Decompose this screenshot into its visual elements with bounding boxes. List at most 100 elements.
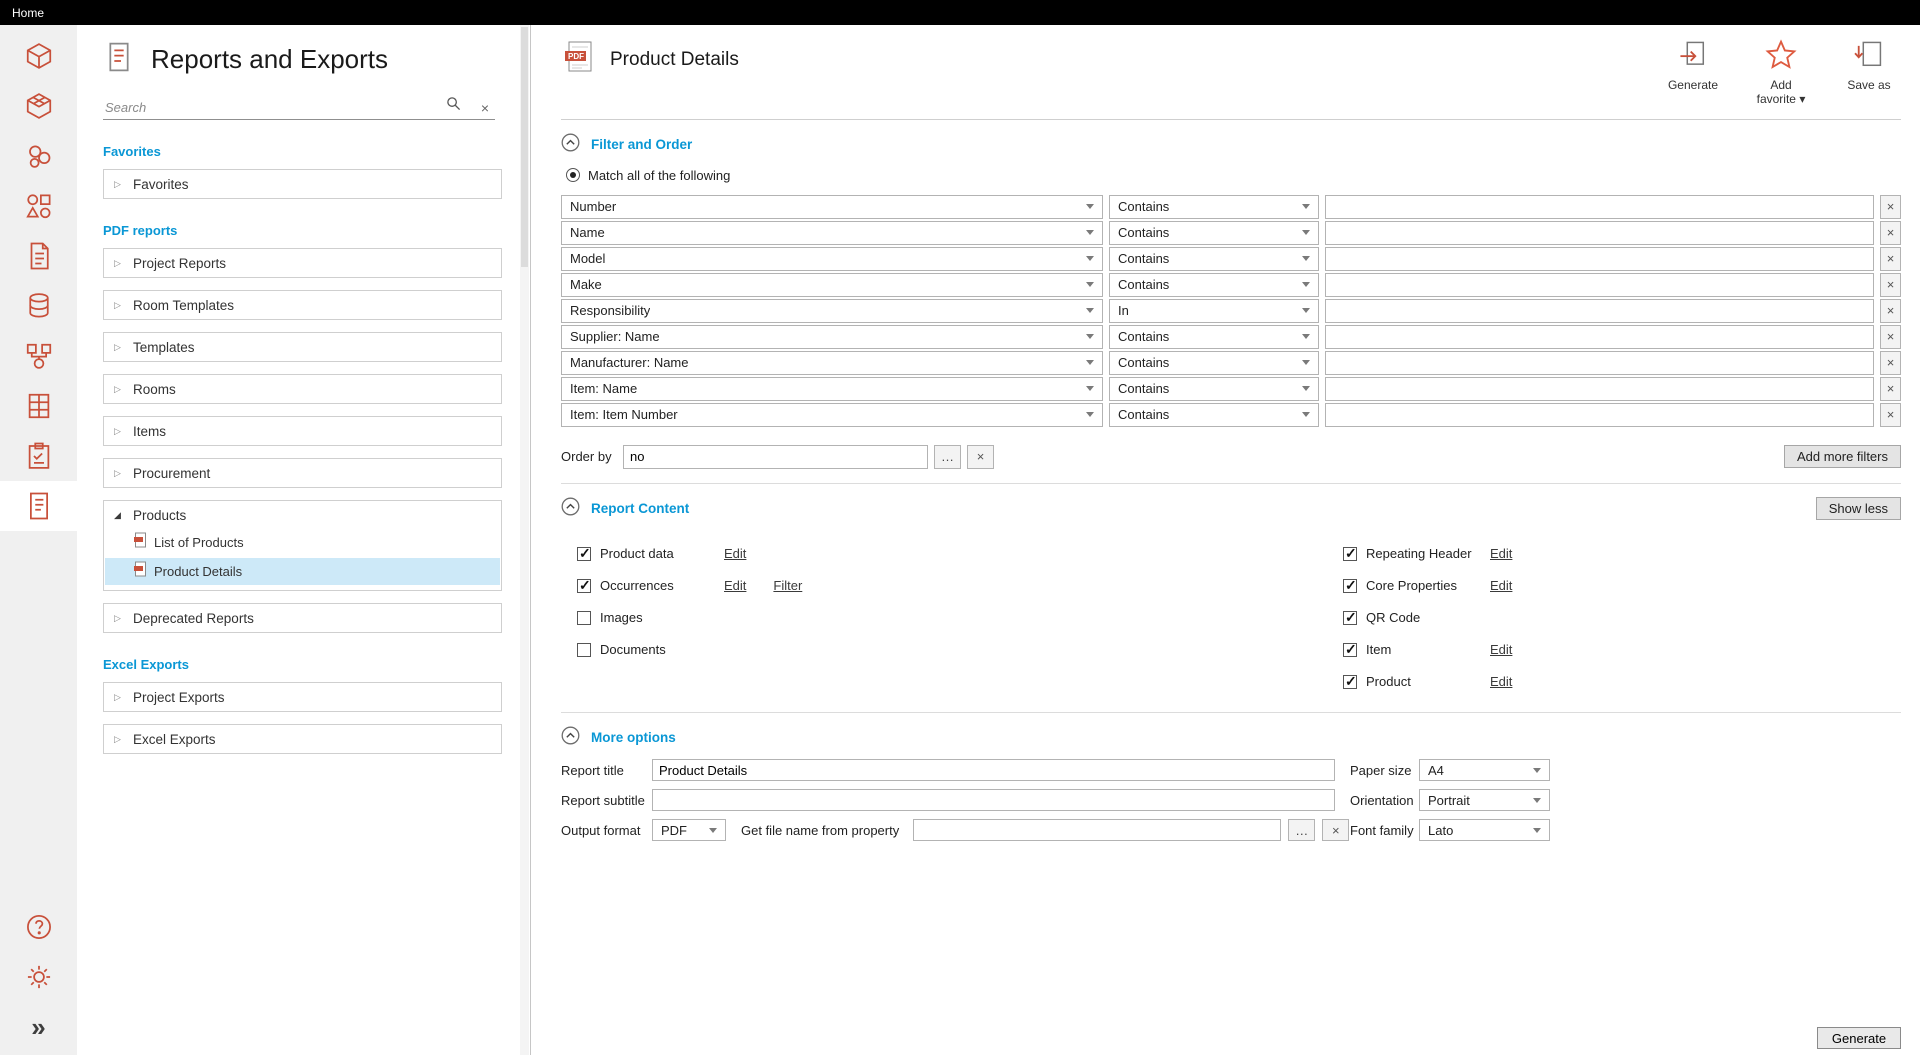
- content-option-checkbox[interactable]: [577, 579, 591, 593]
- expand-rail-icon[interactable]: »: [0, 1009, 77, 1045]
- add-more-filters-button[interactable]: Add more filters: [1784, 445, 1901, 468]
- model-icon[interactable]: [0, 31, 77, 81]
- buildings-icon[interactable]: [0, 81, 77, 131]
- edit-link[interactable]: Edit: [724, 578, 746, 593]
- report-subtitle-input[interactable]: [652, 789, 1335, 811]
- remove-filter-button[interactable]: ×: [1880, 325, 1901, 349]
- remove-filter-button[interactable]: ×: [1880, 403, 1901, 427]
- sidebar-item[interactable]: ▷ Procurement: [103, 458, 502, 488]
- output-format-dropdown[interactable]: PDF: [652, 819, 726, 841]
- components-icon[interactable]: [0, 181, 77, 231]
- filter-value-input[interactable]: [1325, 273, 1874, 297]
- orientation-dropdown[interactable]: Portrait: [1419, 789, 1550, 811]
- sidebar-item[interactable]: ▷ Project Reports: [103, 248, 502, 278]
- equipment-icon[interactable]: [0, 131, 77, 181]
- remove-filter-button[interactable]: ×: [1880, 195, 1901, 219]
- edit-link[interactable]: Edit: [1490, 642, 1512, 657]
- edit-link[interactable]: Edit: [724, 546, 746, 561]
- filter-value-input[interactable]: [1325, 195, 1874, 219]
- filter-field-dropdown[interactable]: Responsibility: [561, 299, 1103, 323]
- filter-value-input[interactable]: [1325, 325, 1874, 349]
- sidebar-item[interactable]: ▷ Templates: [103, 332, 502, 362]
- filter-field-dropdown[interactable]: Supplier: Name: [561, 325, 1103, 349]
- filter-value-input[interactable]: [1325, 403, 1874, 427]
- save-as-button[interactable]: Save as: [1837, 39, 1901, 92]
- order-by-clear-button[interactable]: ×: [967, 445, 994, 469]
- generate-button[interactable]: Generate: [1817, 1027, 1901, 1049]
- edit-link[interactable]: Edit: [1490, 578, 1512, 593]
- filter-operator-dropdown[interactable]: In: [1109, 299, 1319, 323]
- search-icon[interactable]: [446, 96, 461, 116]
- remove-filter-button[interactable]: ×: [1880, 299, 1901, 323]
- filter-field-dropdown[interactable]: Number: [561, 195, 1103, 219]
- content-option-checkbox[interactable]: [1343, 611, 1357, 625]
- sidebar-item[interactable]: ▷ Favorites: [103, 169, 502, 199]
- settings-icon[interactable]: [0, 959, 77, 995]
- checklist-icon[interactable]: [0, 431, 77, 481]
- filter-operator-dropdown[interactable]: Contains: [1109, 247, 1319, 271]
- expander-icon[interactable]: ▷: [114, 342, 124, 353]
- expander-icon[interactable]: ▷: [114, 426, 124, 437]
- content-option-checkbox[interactable]: [577, 547, 591, 561]
- documents-icon[interactable]: [0, 231, 77, 281]
- remove-filter-button[interactable]: ×: [1880, 351, 1901, 375]
- filter-operator-dropdown[interactable]: Contains: [1109, 273, 1319, 297]
- filter-field-dropdown[interactable]: Name: [561, 221, 1103, 245]
- filter-field-dropdown[interactable]: Model: [561, 247, 1103, 271]
- expander-icon[interactable]: ▷: [114, 300, 124, 311]
- content-option-checkbox[interactable]: [1343, 579, 1357, 593]
- generate-tool-button[interactable]: Generate: [1661, 39, 1725, 92]
- titlebar-home-tab[interactable]: Home: [12, 6, 44, 20]
- content-option-checkbox[interactable]: [1343, 547, 1357, 561]
- content-option-checkbox[interactable]: [1343, 675, 1357, 689]
- filter-value-input[interactable]: [1325, 221, 1874, 245]
- filter-operator-dropdown[interactable]: Contains: [1109, 377, 1319, 401]
- expander-icon[interactable]: ▷: [114, 734, 124, 745]
- paper-size-dropdown[interactable]: A4: [1419, 759, 1550, 781]
- filter-operator-dropdown[interactable]: Contains: [1109, 351, 1319, 375]
- remove-filter-button[interactable]: ×: [1880, 273, 1901, 297]
- collapse-section-icon[interactable]: [561, 497, 580, 521]
- filter-link[interactable]: Filter: [773, 578, 802, 593]
- filter-operator-dropdown[interactable]: Contains: [1109, 403, 1319, 427]
- expander-icon[interactable]: ▷: [114, 613, 124, 624]
- expander-icon[interactable]: ▷: [114, 258, 124, 269]
- content-option-checkbox[interactable]: [577, 643, 591, 657]
- report-title-input[interactable]: [652, 759, 1335, 781]
- clear-search-icon[interactable]: ×: [481, 100, 489, 116]
- workflow-icon[interactable]: [0, 331, 77, 381]
- sidebar-item[interactable]: ▷ Room Templates: [103, 290, 502, 320]
- sidebar-subitem[interactable]: Product Details: [105, 558, 500, 585]
- filter-field-dropdown[interactable]: Item: Item Number: [561, 403, 1103, 427]
- edit-link[interactable]: Edit: [1490, 546, 1512, 561]
- sidebar-item[interactable]: ▷ Project Exports: [103, 682, 502, 712]
- expander-icon[interactable]: ▷: [114, 179, 124, 190]
- filter-field-dropdown[interactable]: Item: Name: [561, 377, 1103, 401]
- content-option-checkbox[interactable]: [1343, 643, 1357, 657]
- filter-field-dropdown[interactable]: Make: [561, 273, 1103, 297]
- order-by-browse-button[interactable]: …: [934, 445, 961, 469]
- filter-value-input[interactable]: [1325, 377, 1874, 401]
- sidebar-item[interactable]: ▷ Deprecated Reports: [103, 603, 502, 633]
- sidebar-scrollbar[interactable]: [520, 25, 529, 1055]
- expander-icon[interactable]: ▷: [114, 468, 124, 479]
- sidebar-subitem[interactable]: List of Products: [105, 529, 500, 556]
- edit-link[interactable]: Edit: [1490, 674, 1512, 689]
- sidebar-item[interactable]: ▷ Rooms: [103, 374, 502, 404]
- database-icon[interactable]: [0, 281, 77, 331]
- remove-filter-button[interactable]: ×: [1880, 377, 1901, 401]
- expander-icon[interactable]: ▷: [114, 384, 124, 395]
- file-name-browse-button[interactable]: …: [1288, 819, 1315, 841]
- content-option-checkbox[interactable]: [577, 611, 591, 625]
- help-icon[interactable]: [0, 909, 77, 945]
- filter-field-dropdown[interactable]: Manufacturer: Name: [561, 351, 1103, 375]
- match-all-radio[interactable]: [566, 168, 580, 182]
- search-input[interactable]: [103, 96, 433, 119]
- font-family-dropdown[interactable]: Lato: [1419, 819, 1550, 841]
- filter-operator-dropdown[interactable]: Contains: [1109, 195, 1319, 219]
- filter-value-input[interactable]: [1325, 299, 1874, 323]
- filter-operator-dropdown[interactable]: Contains: [1109, 325, 1319, 349]
- show-less-button[interactable]: Show less: [1816, 497, 1901, 520]
- sidebar-item[interactable]: ▷ Items: [103, 416, 502, 446]
- collapse-section-icon[interactable]: [561, 133, 580, 157]
